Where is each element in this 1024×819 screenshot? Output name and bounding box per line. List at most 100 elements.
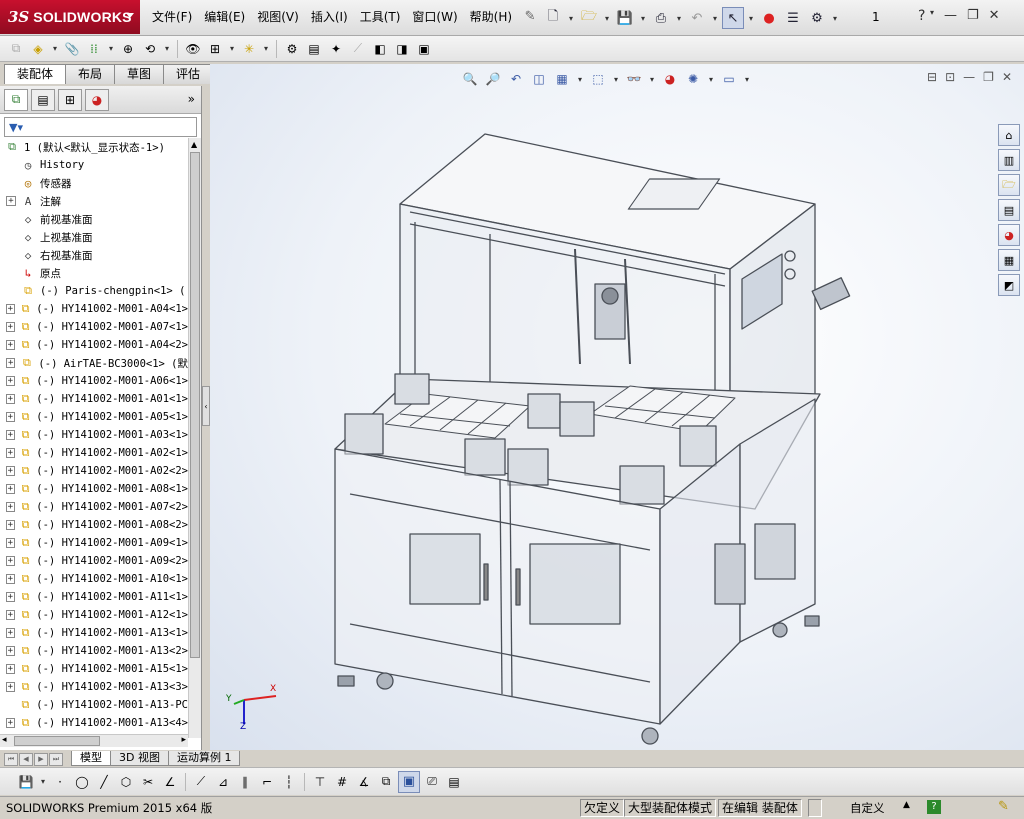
- tree-root-assembly[interactable]: ⧉ 1 (默认<默认_显示状态-1>): [0, 138, 188, 156]
- tree-item[interactable]: ◇ 右视基准面: [0, 246, 188, 264]
- open-dropdown-icon[interactable]: ▾: [602, 14, 612, 23]
- menu-window[interactable]: 窗口(W): [406, 0, 463, 34]
- tree-item[interactable]: + ⧉ (-) HY141002-M001-A07<1>: [0, 318, 188, 336]
- shaded-view-icon[interactable]: ▣: [398, 770, 420, 793]
- open-folder-icon[interactable]: 🗁: [578, 7, 600, 29]
- expand-icon[interactable]: +: [6, 196, 16, 206]
- angle-icon[interactable]: ∠: [160, 772, 180, 792]
- tree-item[interactable]: + ⧉ (-) HY141002-M001-A01<1>: [0, 390, 188, 408]
- expand-icon[interactable]: +: [6, 430, 15, 440]
- help-question-icon[interactable]: ?: [918, 8, 925, 24]
- menu-tools[interactable]: 工具(T): [354, 0, 407, 34]
- print-icon[interactable]: ⎙: [650, 7, 672, 29]
- polygon-icon[interactable]: ⬡: [116, 772, 136, 792]
- feature-manager-tab-icon[interactable]: ⧉: [4, 88, 28, 111]
- camera-icon[interactable]: ⎚: [422, 772, 442, 792]
- insert-component-icon[interactable]: ⧉: [6, 39, 26, 59]
- tab-evaluate[interactable]: 评估: [163, 64, 214, 84]
- tree-item[interactable]: + ⧉ (-) HY141002-M001-A05<1>: [0, 408, 188, 426]
- tab-3d-views[interactable]: 3D 视图: [110, 751, 169, 766]
- tree-item[interactable]: + ⧉ (-) HY141002-M001-A07<2>: [0, 498, 188, 516]
- close-icon[interactable]: ✕: [989, 8, 1000, 23]
- tree-item[interactable]: + A 注解: [0, 192, 188, 210]
- expand-icon[interactable]: +: [6, 664, 15, 674]
- menu-view[interactable]: 视图(V): [251, 0, 305, 34]
- tree-item[interactable]: ◎ 传感器: [0, 174, 188, 192]
- expand-icon[interactable]: +: [6, 322, 15, 332]
- expand-icon[interactable]: +: [6, 502, 15, 512]
- tree-item[interactable]: + ⧉ (-) HY141002-M001-A10<1>: [0, 570, 188, 588]
- interference-detection-icon[interactable]: ◧: [370, 39, 390, 59]
- tab-assembly[interactable]: 装配体: [4, 64, 67, 84]
- linear-pattern-icon[interactable]: ⁞⁞: [84, 39, 104, 59]
- horizontal-dimension-icon[interactable]: ⊤: [310, 772, 330, 792]
- scroll-up-icon[interactable]: ▲: [191, 140, 197, 149]
- angular-dimension-icon[interactable]: ∡: [354, 772, 374, 792]
- expand-icon[interactable]: +: [6, 628, 15, 638]
- expand-icon[interactable]: +: [6, 520, 15, 530]
- expand-icon[interactable]: +: [6, 394, 15, 404]
- more-tabs-icon[interactable]: »: [188, 92, 195, 106]
- tree-item[interactable]: ◇ 上视基准面: [0, 228, 188, 246]
- tree-item[interactable]: + ⧉ (-) HY141002-M001-A13<2>: [0, 642, 188, 660]
- smart-dimension-icon[interactable]: ⊿: [213, 772, 233, 792]
- tree-item[interactable]: + ⧉ (-) HY141002-M001-A03<1>: [0, 426, 188, 444]
- select-arrow-icon[interactable]: ↖: [722, 7, 744, 29]
- expand-icon[interactable]: +: [6, 358, 16, 368]
- tree-item[interactable]: + ⧉ (-) AirTAE-BC3000<1> (默: [0, 354, 188, 372]
- save-icon[interactable]: 💾: [16, 772, 36, 792]
- new-part-dropdown-icon[interactable]: ▾: [50, 44, 60, 53]
- tree-item[interactable]: + ⧉ (-) HY141002-M001-A09<1>: [0, 534, 188, 552]
- first-tab-icon[interactable]: ⏮: [4, 753, 18, 766]
- expand-icon[interactable]: +: [6, 646, 15, 656]
- extend-icon[interactable]: ⟋: [191, 772, 211, 792]
- save-icon[interactable]: 💾: [614, 7, 636, 29]
- move-dropdown-icon[interactable]: ▾: [162, 44, 172, 53]
- new-part-icon[interactable]: ◈: [28, 39, 48, 59]
- assembly-model[interactable]: [210, 64, 1024, 750]
- rebuild-traffic-light-icon[interactable]: ●: [758, 7, 780, 29]
- options-icon[interactable]: ⚙: [806, 7, 828, 29]
- expand-icon[interactable]: +: [6, 376, 15, 386]
- tree-item[interactable]: ↳ 原点: [0, 264, 188, 282]
- tree-filter[interactable]: ▼▾: [4, 117, 197, 137]
- dashed-line-icon[interactable]: ┆: [279, 772, 299, 792]
- tab-layout[interactable]: 布局: [65, 64, 116, 84]
- menu-edit[interactable]: 编辑(E): [198, 0, 251, 34]
- tree-item[interactable]: + ⧉ (-) HY141002-M001-A13<3>: [0, 678, 188, 696]
- smart-fasteners-icon[interactable]: ⊕: [118, 39, 138, 59]
- tree-item[interactable]: ⧉ (-) HY141002-M001-A13-PC: [0, 696, 188, 714]
- options-dropdown-icon[interactable]: ▾: [830, 14, 840, 23]
- grid-icon[interactable]: #: [332, 772, 352, 792]
- tree-item[interactable]: + ⧉ (-) HY141002-M001-A08<2>: [0, 516, 188, 534]
- tree-item[interactable]: + ⧉ (-) HY141002-M001-A08<1>: [0, 480, 188, 498]
- features-dropdown-icon[interactable]: ▾: [227, 44, 237, 53]
- expand-icon[interactable]: +: [6, 610, 15, 620]
- minimize-icon[interactable]: —: [944, 8, 957, 23]
- restore-icon[interactable]: ❐: [967, 8, 979, 23]
- undo-icon[interactable]: ↶: [686, 7, 708, 29]
- graphics-area[interactable]: 🔍 🔎 ↶ ◫ ▦ ▾ ⬚ ▾ 👓 ▾ ◕ ✺ ▾ ▭ ▾ ⊟ ⊡ — ❐ ✕ ⌂ ▥ 🗁…: [210, 64, 1024, 750]
- expand-icon[interactable]: +: [6, 304, 15, 314]
- pattern-dropdown-icon[interactable]: ▾: [106, 44, 116, 53]
- tree-item[interactable]: ⧉ (-) Paris-chengpin<1> (: [0, 282, 188, 300]
- circle-icon[interactable]: ◯: [72, 772, 92, 792]
- move-component-icon[interactable]: ⟲: [140, 39, 160, 59]
- tree-item[interactable]: + ⧉ (-) HY141002-M001-A09<2>: [0, 552, 188, 570]
- show-hidden-icon[interactable]: 👁: [183, 39, 203, 59]
- tree-item[interactable]: + ⧉ (-) HY141002-M001-A04<2>: [0, 336, 188, 354]
- line-icon[interactable]: ╱: [94, 772, 114, 792]
- expand-icon[interactable]: +: [6, 718, 15, 728]
- tree-item[interactable]: + ⧉ (-) HY141002-M001-A13<4>: [0, 714, 188, 732]
- new-document-icon[interactable]: 🗋: [542, 7, 564, 29]
- exploded-view-icon[interactable]: ✦: [326, 39, 346, 59]
- menu-help[interactable]: 帮助(H): [464, 0, 518, 34]
- solidworks-logo[interactable]: 3S SOLIDWORKS: [0, 0, 140, 34]
- expand-icon[interactable]: +: [6, 538, 15, 548]
- new-motion-study-icon[interactable]: ⚙: [282, 39, 302, 59]
- expand-icon[interactable]: +: [6, 484, 15, 494]
- tab-model[interactable]: 模型: [71, 751, 111, 766]
- expand-icon[interactable]: +: [6, 466, 15, 476]
- expand-icon[interactable]: +: [6, 340, 15, 350]
- tree-item[interactable]: + ⧉ (-) HY141002-M001-A04<1>: [0, 300, 188, 318]
